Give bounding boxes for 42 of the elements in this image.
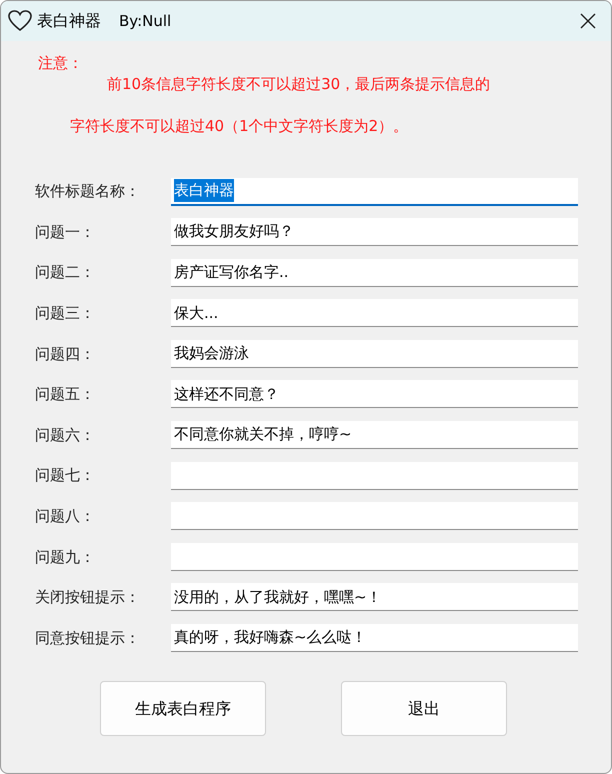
input-field[interactable]: 保大... bbox=[171, 299, 578, 328]
input-field[interactable]: 房产证写你名字.. bbox=[171, 258, 578, 287]
input-field[interactable]: 这样还不同意？ bbox=[171, 380, 578, 408]
field-label: 问题六： bbox=[35, 424, 96, 446]
action-button[interactable]: 退出 bbox=[341, 681, 507, 736]
notice-heading: 注意： bbox=[38, 53, 83, 74]
input-field[interactable] bbox=[171, 542, 578, 571]
field-label: 同意按钮提示： bbox=[35, 628, 141, 649]
field-label: 问题七： bbox=[35, 465, 96, 486]
notice-text: 字符长度不可以超过40（1个中文字符长度为2）。 bbox=[70, 116, 408, 137]
heart-icon bbox=[7, 9, 33, 33]
input-field[interactable]: 做我女朋友好吗？ bbox=[171, 218, 578, 246]
input-field[interactable] bbox=[171, 462, 578, 490]
field-label: 问题一： bbox=[35, 222, 96, 243]
field-label: 问题九： bbox=[35, 546, 96, 568]
field-value: 表白神器 bbox=[174, 179, 234, 202]
field-label: 问题五： bbox=[35, 384, 96, 406]
field-label: 关闭按钮提示： bbox=[35, 587, 141, 608]
field-value: 真的呀，我好嗨森~么么哒！ bbox=[174, 627, 367, 648]
input-field[interactable]: 不同意你就关不掉，哼哼~ bbox=[171, 421, 578, 450]
window-subtitle: By:Null bbox=[119, 10, 172, 32]
action-button[interactable]: 生成表白程序 bbox=[100, 681, 266, 736]
input-field[interactable]: 真的呀，我好嗨森~么么哒！ bbox=[171, 624, 578, 652]
field-value: 不同意你就关不掉，哼哼~ bbox=[174, 424, 352, 446]
field-value: 我妈会游泳 bbox=[174, 343, 249, 364]
notice-text: 前10条信息字符长度不可以超过30，最后两条提示信息的 bbox=[107, 74, 490, 94]
field-value: 房产证写你名字.. bbox=[174, 262, 289, 283]
field-label: 软件标题名称： bbox=[35, 181, 141, 202]
field-value: 没用的，从了我就好，嘿嘿~！ bbox=[174, 586, 382, 608]
input-field[interactable]: 我妈会游泳 bbox=[171, 340, 578, 368]
field-label: 问题四： bbox=[35, 344, 96, 365]
input-field[interactable]: 没用的，从了我就好，嘿嘿~！ bbox=[171, 583, 578, 612]
field-label: 问题二： bbox=[35, 262, 96, 284]
window-title: 表白神器 bbox=[37, 10, 101, 32]
field-value: 这样还不同意？ bbox=[174, 384, 279, 405]
input-field[interactable]: 表白神器 bbox=[171, 178, 578, 206]
close-icon bbox=[580, 13, 596, 29]
field-value: 做我女朋友好吗？ bbox=[174, 221, 294, 242]
input-field[interactable] bbox=[171, 502, 578, 530]
field-label: 问题八： bbox=[35, 506, 96, 527]
field-label: 问题三： bbox=[35, 303, 96, 324]
field-value: 保大... bbox=[174, 302, 218, 324]
